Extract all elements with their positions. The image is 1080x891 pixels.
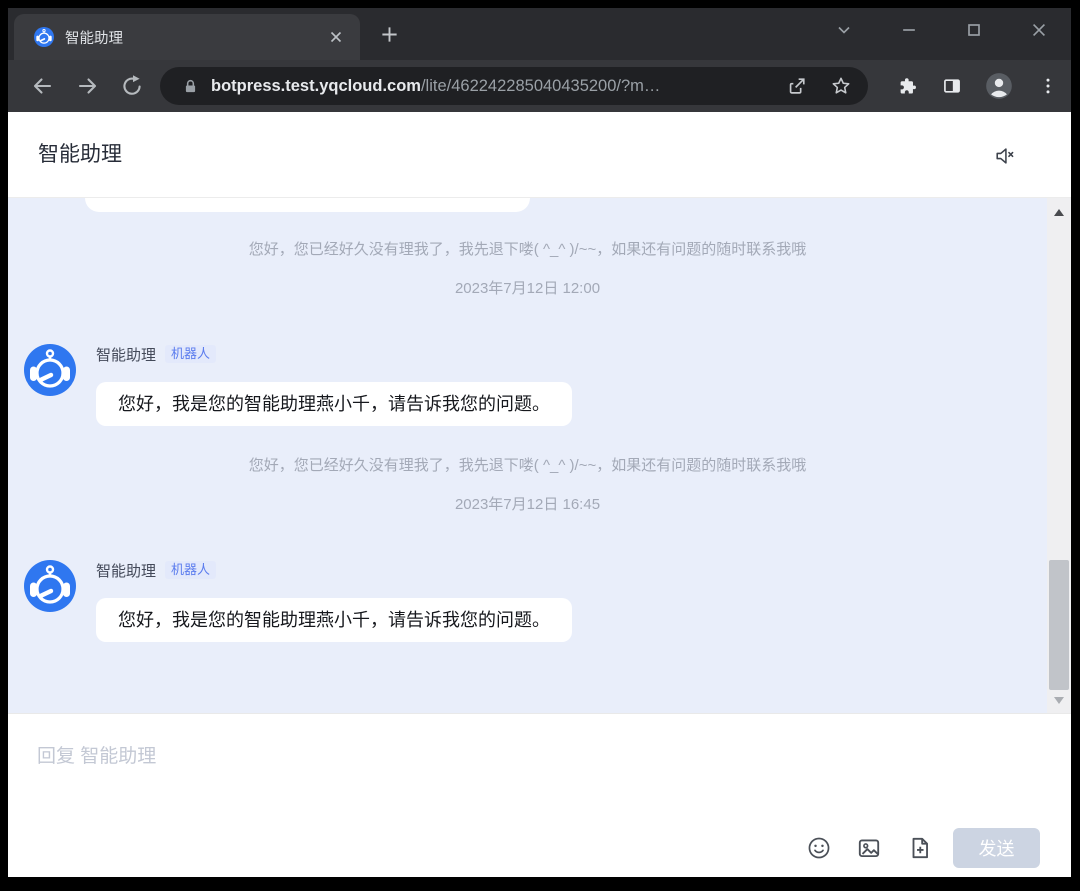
robot-favicon-icon xyxy=(34,27,54,47)
bot-name: 智能助理 xyxy=(96,346,157,364)
chat-page: 智能助理 您好，您已经好久没有理我了，我先退下喽( ^_^ )/~~，如果还有问… xyxy=(8,112,1071,877)
composer: 发送 xyxy=(8,713,1071,877)
image-upload-icon[interactable] xyxy=(856,835,882,861)
browser-toolbar: botpress.test.yqcloud.com/lite/462242285… xyxy=(8,60,1071,112)
url-path: /lite/462242285040435200/?m… xyxy=(420,76,661,95)
timestamp: 2023年7月12日 12:00 xyxy=(454,280,601,297)
address-bar[interactable]: botpress.test.yqcloud.com/lite/462242285… xyxy=(160,67,868,105)
system-message: 您好，您已经好久没有理我了，我先退下喽( ^_^ )/~~，如果还有问题的随时联… xyxy=(248,241,807,258)
share-icon[interactable] xyxy=(786,75,808,97)
forward-button[interactable] xyxy=(76,74,100,98)
scrollbar-arrow-up-icon[interactable] xyxy=(1054,209,1064,216)
new-tab-button[interactable] xyxy=(380,25,399,44)
chevron-down-icon[interactable] xyxy=(834,20,854,40)
window-controls xyxy=(834,20,1049,40)
tab-close-icon[interactable] xyxy=(328,29,344,45)
extensions-puzzle-icon[interactable] xyxy=(897,76,917,96)
reload-button[interactable] xyxy=(120,74,144,98)
minimize-button[interactable] xyxy=(899,20,919,40)
tab-strip: 智能助理 xyxy=(8,8,1071,60)
chat-message-list: 您好，您已经好久没有理我了，我先退下喽( ^_^ )/~~，如果还有问题的随时联… xyxy=(8,198,1047,713)
system-message: 您好，您已经好久没有理我了，我先退下喽( ^_^ )/~~，如果还有问题的随时联… xyxy=(248,457,807,474)
scrollbar-arrow-down-icon[interactable] xyxy=(1054,697,1064,704)
send-button[interactable]: 发送 xyxy=(953,828,1040,868)
browser-window: 智能助理 botpress.test.yqcloud.com/lite/4622… xyxy=(0,0,1080,891)
url-text: botpress.test.yqcloud.com/lite/462242285… xyxy=(211,77,786,96)
bot-avatar xyxy=(24,560,76,612)
bot-name: 智能助理 xyxy=(96,562,157,580)
chat-scrollbar[interactable] xyxy=(1047,198,1071,713)
close-window-button[interactable] xyxy=(1029,20,1049,40)
url-host: botpress.test.yqcloud.com xyxy=(211,76,421,95)
menu-kebab-icon[interactable] xyxy=(1041,76,1055,96)
scrollbar-thumb[interactable] xyxy=(1049,560,1069,690)
bot-badge: 机器人 xyxy=(165,345,217,363)
bot-avatar xyxy=(24,344,76,396)
file-add-icon[interactable] xyxy=(907,835,933,861)
bot-name-row: 智能助理 机器人 xyxy=(96,560,217,580)
bookmark-star-icon[interactable] xyxy=(830,75,852,97)
bot-message-bubble: 您好，我是您的智能助理燕小千，请告诉我您的问题。 xyxy=(96,598,572,642)
page-header: 智能助理 xyxy=(8,112,1071,198)
bot-name-row: 智能助理 机器人 xyxy=(96,344,217,364)
back-button[interactable] xyxy=(30,74,54,98)
bot-badge: 机器人 xyxy=(165,561,217,579)
partial-message-bubble xyxy=(85,198,530,212)
timestamp: 2023年7月12日 16:45 xyxy=(454,496,601,513)
emoji-smiley-icon[interactable] xyxy=(806,835,832,861)
browser-tab[interactable]: 智能助理 xyxy=(14,14,360,60)
page-title: 智能助理 xyxy=(38,143,122,166)
side-panel-icon[interactable] xyxy=(942,76,962,96)
profile-avatar[interactable] xyxy=(985,72,1013,100)
maximize-button[interactable] xyxy=(964,20,984,40)
bot-message-bubble: 您好，我是您的智能助理燕小千，请告诉我您的问题。 xyxy=(96,382,572,426)
lock-icon[interactable] xyxy=(182,78,199,95)
reply-input[interactable] xyxy=(35,739,799,821)
speaker-muted-icon[interactable] xyxy=(994,145,1016,167)
tab-title: 智能助理 xyxy=(65,30,123,47)
